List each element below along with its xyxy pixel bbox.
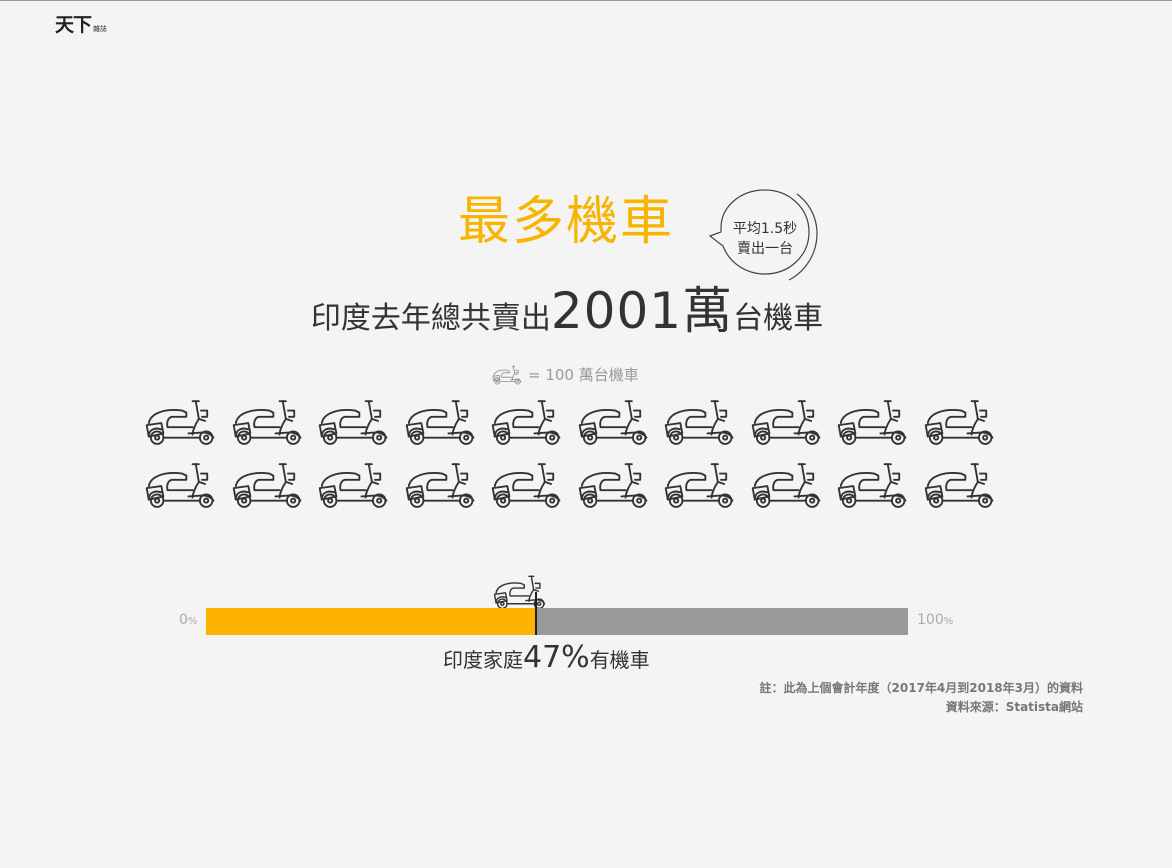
bubble-line-2: 賣出一台 <box>737 241 793 257</box>
scooter-icon <box>486 461 562 509</box>
progress-marker <box>535 592 537 635</box>
footnote: 註：此為上個會計年度（2017年4月到2018年3月）的資料 資料來源：Stat… <box>760 679 1084 717</box>
scooter-icon <box>919 398 995 446</box>
footnote-line-2: 資料來源：Statista網站 <box>945 700 1083 714</box>
legend-text: = 100 萬台機車 <box>528 366 639 384</box>
scooter-icon <box>140 398 216 446</box>
scooter-icon <box>400 398 476 446</box>
scooter-pictogram <box>140 398 1000 510</box>
scooter-icon <box>486 398 562 446</box>
progress-caption: 印度家庭47%有機車 <box>443 643 650 673</box>
caption-prefix: 印度家庭 <box>443 648 523 672</box>
progress-max-value: 100 <box>917 612 944 628</box>
headline-suffix: 台機車 <box>733 301 824 336</box>
footnote-line-1: 註：此為上個會計年度（2017年4月到2018年3月）的資料 <box>759 681 1084 695</box>
headline: 印度去年總共賣出2001萬台機車 <box>0 286 1134 336</box>
scooter-icon <box>400 461 476 509</box>
scooter-icon <box>488 574 548 610</box>
bubble-text: 平均1.5秒 賣出一台 <box>718 219 812 259</box>
logo[interactable]: 天下 雜誌 <box>55 10 107 37</box>
progress-bar-fill <box>206 608 536 635</box>
scooter-icon <box>313 461 389 509</box>
pictogram-legend: = 100 萬台機車 <box>490 364 639 385</box>
headline-number: 2001萬 <box>550 282 734 340</box>
scooter-icon <box>227 398 303 446</box>
logo-subtext: 雜誌 <box>93 25 108 33</box>
scooter-icon <box>313 398 389 446</box>
bubble-line-1: 平均1.5秒 <box>732 221 798 237</box>
top-border <box>0 0 1172 1</box>
scooter-icon <box>140 461 216 509</box>
scooter-icon <box>573 461 649 509</box>
scooter-icon <box>659 461 735 509</box>
scooter-icon <box>919 461 995 509</box>
progress-min-value: 0 <box>179 612 188 628</box>
scooter-icon <box>832 398 908 446</box>
progress-max-label: 100% <box>917 612 953 628</box>
scooter-icon <box>490 365 522 385</box>
headline-prefix: 印度去年總共賣出 <box>310 301 551 336</box>
caption-value: 47% <box>523 640 590 675</box>
scooter-icon <box>746 461 822 509</box>
scooter-icon <box>746 398 822 446</box>
caption-suffix: 有機車 <box>589 648 650 672</box>
scooter-icon <box>659 398 735 446</box>
scooter-icon <box>832 461 908 509</box>
progress-min-label: 0% <box>179 612 197 628</box>
page-title: 最多機車 <box>458 192 675 252</box>
progress-min-unit: % <box>187 616 198 627</box>
scooter-icon <box>573 398 649 446</box>
progress-max-unit: % <box>943 616 954 627</box>
scooter-icon <box>227 461 303 509</box>
progress-bar <box>206 592 908 635</box>
logo-text: 天下 <box>55 14 92 36</box>
